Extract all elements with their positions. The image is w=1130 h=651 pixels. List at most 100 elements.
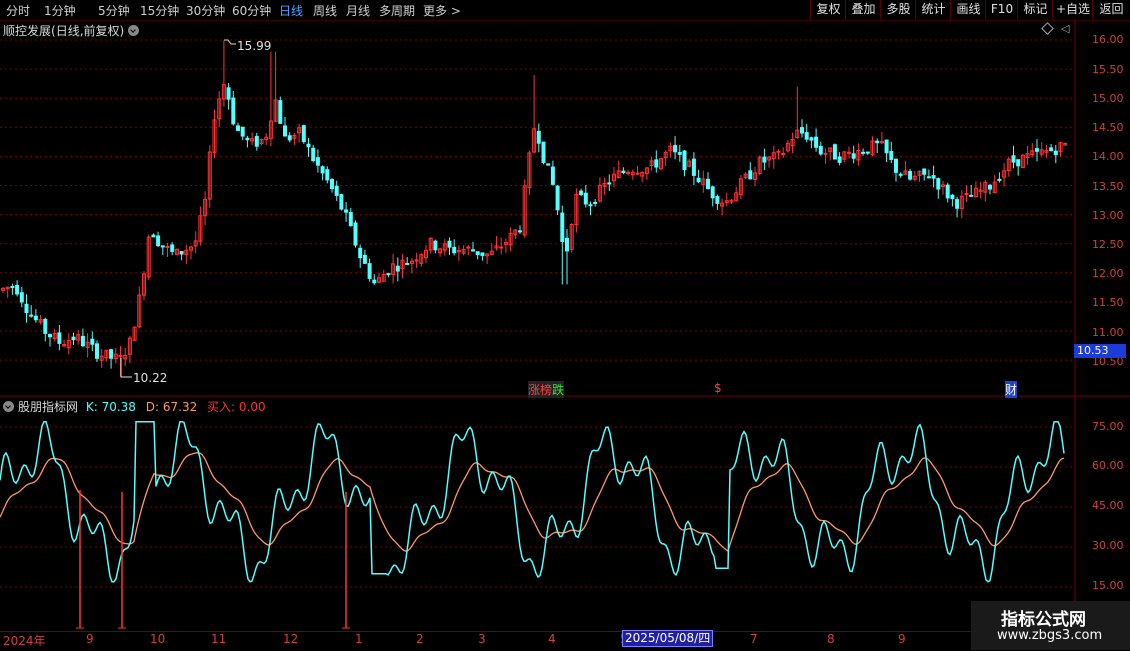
y-tick: 15.50 <box>1092 63 1124 76</box>
chevron-down-icon[interactable] <box>128 25 140 36</box>
candle-body <box>762 156 767 163</box>
candle-body <box>287 135 292 141</box>
candle-body <box>254 135 259 147</box>
candle-body <box>170 244 175 252</box>
candle-body <box>565 237 569 252</box>
candle-body <box>57 332 62 344</box>
candle-body <box>395 265 400 272</box>
chart-title: 顺控发展(日线,前复权) <box>3 22 140 39</box>
candle-body <box>43 318 48 334</box>
y-tick: 12.00 <box>1092 267 1124 280</box>
chevron-down-icon[interactable] <box>3 401 14 412</box>
high-price-label: 15.99 <box>237 39 272 53</box>
candle-body <box>865 151 870 154</box>
kline-chart[interactable] <box>0 0 1130 650</box>
watermark-url: www.zbgs3.com <box>997 628 1103 643</box>
collapse-icon[interactable]: ◁ <box>1061 22 1069 35</box>
month-label: 2024年 <box>3 634 46 648</box>
candle-body <box>550 166 555 185</box>
candle-body <box>898 173 903 176</box>
candle-body <box>475 251 480 256</box>
candle-body <box>997 178 1002 181</box>
indicator-name: 股朋指标网 <box>18 400 79 414</box>
watermark: 指标公式网 www.zbgs3.com <box>971 601 1130 650</box>
candle-body <box>33 315 38 321</box>
candle-body <box>1049 147 1054 152</box>
month-label: 8 <box>827 632 835 646</box>
candle-body <box>358 247 363 259</box>
kd-y-tick: 30.00 <box>1092 539 1124 552</box>
y-tick: 13.50 <box>1092 180 1124 193</box>
low-price-label: 10.22 <box>133 371 168 385</box>
candle-body <box>536 130 541 144</box>
month-label: 9 <box>86 632 94 646</box>
k-value: K: 70.38 <box>85 400 136 414</box>
candle-body <box>348 212 353 227</box>
y-tick: 11.50 <box>1092 296 1124 309</box>
candle-body <box>518 230 522 233</box>
candle-body <box>165 245 170 248</box>
candle-body <box>315 157 320 166</box>
limit-board-marker[interactable]: 榜 <box>540 381 553 398</box>
candle-body <box>884 139 889 154</box>
candle-body <box>691 158 696 176</box>
month-label: 3 <box>478 632 486 646</box>
candle-body <box>875 140 880 144</box>
candle-body <box>71 336 76 341</box>
candle-body <box>19 292 24 303</box>
candle-body <box>283 125 287 137</box>
finance-marker[interactable]: 财 <box>1005 381 1018 398</box>
candle-body <box>593 201 598 204</box>
candle-body <box>814 136 819 148</box>
kd-y-tick: 60.00 <box>1092 459 1124 472</box>
limit-up-marker[interactable]: 涨 <box>528 381 541 398</box>
candle-body <box>48 333 52 338</box>
candle-body <box>240 126 245 137</box>
candle-body <box>809 137 814 141</box>
candle-body <box>635 172 640 175</box>
candle-body <box>386 273 391 276</box>
candle-body <box>80 335 85 347</box>
candle-body <box>90 338 95 345</box>
y-tick: 14.00 <box>1092 150 1124 163</box>
candle-body <box>1016 159 1021 167</box>
candle-body <box>936 178 941 190</box>
candle-body <box>306 143 311 148</box>
candle-body <box>964 193 969 196</box>
y-tick: 12.50 <box>1092 238 1124 251</box>
candle-body <box>969 194 974 197</box>
candle-body <box>894 158 898 173</box>
candle-body <box>588 204 593 207</box>
candle-body <box>10 286 15 289</box>
candle-body <box>1035 148 1039 152</box>
month-label: 12 <box>283 632 299 646</box>
candle-body <box>330 179 334 190</box>
candle-body <box>109 349 114 359</box>
candle-body <box>541 141 546 163</box>
limit-down-marker[interactable]: 跌 <box>552 381 565 398</box>
candle-body <box>955 199 960 209</box>
kd-y-tick: 75.00 <box>1092 420 1124 433</box>
candle-body <box>706 178 710 190</box>
candle-body <box>367 263 372 279</box>
candle-body <box>710 186 715 199</box>
month-label: 4 <box>548 632 556 646</box>
kd-y-tick: 45.00 <box>1092 499 1124 512</box>
candle-body <box>236 125 240 131</box>
candle-body <box>682 150 687 171</box>
candle-body <box>301 125 306 143</box>
candle-body <box>926 176 931 179</box>
candle-body <box>583 192 588 205</box>
dividend-marker[interactable]: $ <box>714 381 722 395</box>
candle-body <box>776 150 781 153</box>
candle-body <box>151 234 156 238</box>
candle-body <box>677 152 682 155</box>
candle-body <box>179 251 184 255</box>
y-tick: 14.50 <box>1092 121 1124 134</box>
candle-body <box>447 240 452 248</box>
candle-body <box>15 284 20 295</box>
month-label: 11 <box>211 632 227 646</box>
candle-body <box>471 249 475 252</box>
indicator-title: 股朋指标网 K: 70.38 D: 67.32 买入: 0.00 <box>3 398 266 415</box>
candle-body <box>621 170 626 174</box>
